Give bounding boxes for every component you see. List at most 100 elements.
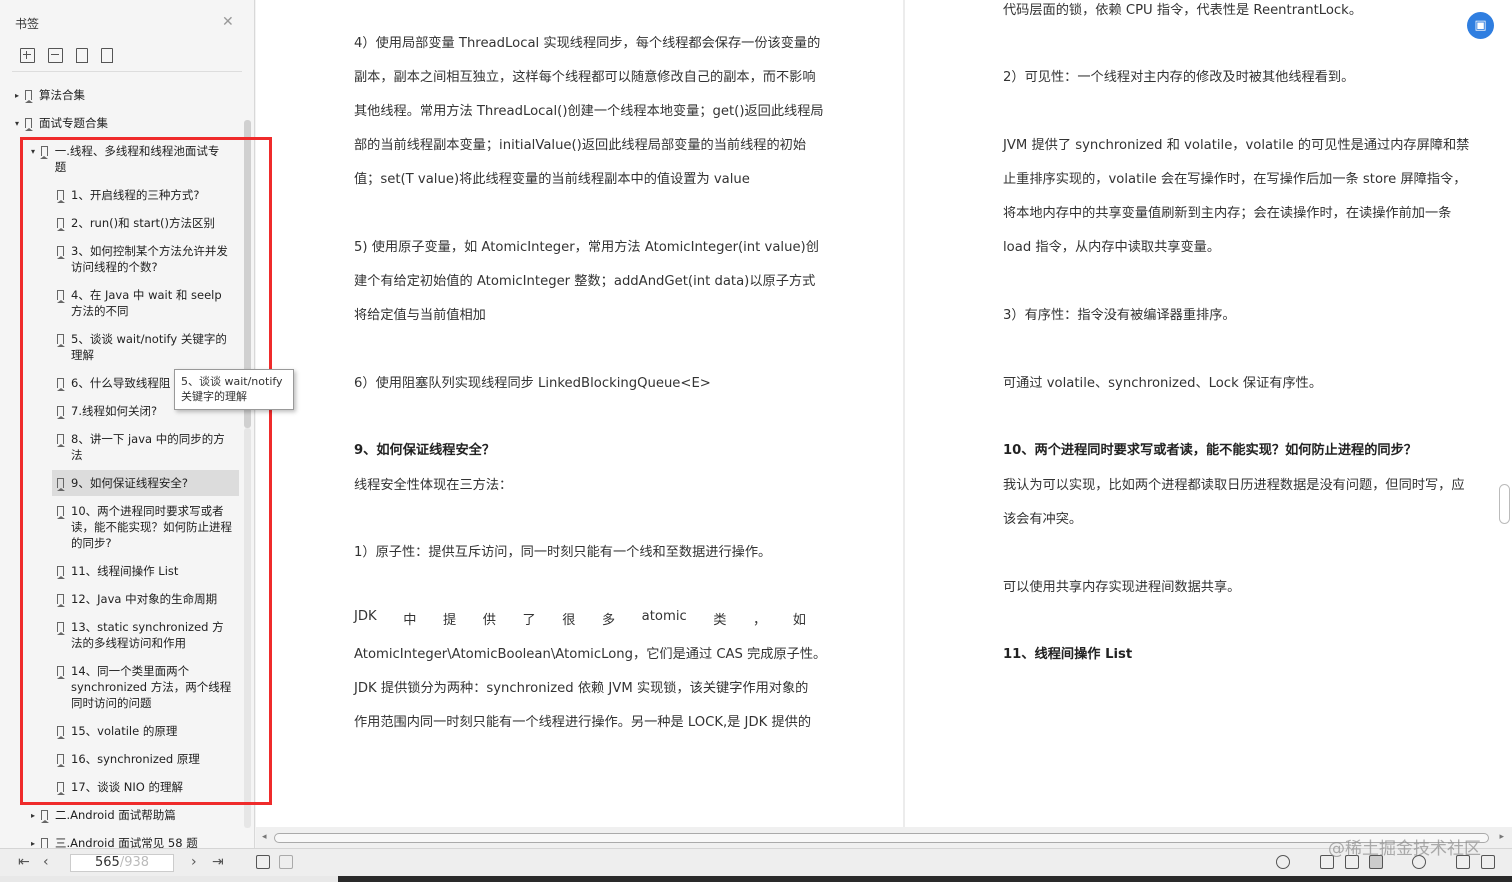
tree-item[interactable]: 11、线程间操作 List [56,563,237,579]
bookmark-icon [56,666,65,679]
horizontal-scrollbar[interactable]: ◂ ▸ [256,827,1512,848]
bookmark-icon [56,290,65,303]
tree-item-android-help[interactable]: ▸ 二.Android 面试帮助篇 [31,807,241,824]
bookmark-icon [56,246,65,259]
bookmark-icon [24,90,33,103]
expand-all-icon[interactable] [20,48,35,63]
tree-item[interactable]: 13、static synchronized 方法的多线程访问和作用 [56,619,233,651]
tree-item[interactable]: 16、synchronized 原理 [56,751,237,767]
eye-icon[interactable] [1276,855,1290,869]
sidebar-scrollbar-track[interactable] [244,428,251,828]
page-right: 代码层面的锁，依赖 CPU 指令，代表性是 ReentrantLock。 2）可… [905,0,1512,827]
sidebar-title: 书签 [15,17,40,31]
bookmark-icon [56,594,65,607]
text-line: 可通过 volatile、synchronized、Lock 保证有序性。 [1003,376,1323,391]
clipboard-icon: ▣ [1474,18,1487,33]
page-number-input[interactable]: 565/938 [70,854,174,872]
sidebar-toolbar [20,48,113,63]
expand-arrow-icon[interactable]: ▸ [31,836,41,848]
bookmark-icon [56,218,65,231]
bottom-edge [0,876,1512,882]
text-line: 5) 使用原子变量，如 AtomicInteger，常用方法 AtomicInt… [354,240,819,255]
bottom-toolbar: ⇤ ‹ 565/938 › ⇥ [0,848,1512,876]
text-line: 我认为可以实现，比如两个进程都读取日历进程数据是没有问题，但同时写，应 [1003,478,1465,493]
text-line: 将给定值与当前值相加 [354,308,486,323]
bookmark-icon [41,838,48,848]
text-line: 副本，副本之间相互独立，这样每个线程都可以随意修改自己的副本，而不影响 [354,70,816,85]
text-line: 其他线程。常用方法 ThreadLocal()创建一个线程本地变量；get()返… [354,104,824,119]
bookmark-sidebar: 书签 ✕ ▸ 算法合集 ▾ 面试专题合集 ▾ 一.线程、多线程和线程池面试专题 1、开… [0,0,255,848]
tree-item[interactable]: 3、如何控制某个方法允许并发访问线程的个数? [56,243,233,275]
bookmark-icon [56,190,65,203]
bookmark-icon [56,478,65,491]
bookmark-icon [40,146,49,159]
tree-item[interactable]: 8、讲一下 java 中的同步的方法 [56,431,233,463]
page-left: 4）使用局部变量 ThreadLocal 实现线程同步，每个线程都会保存一份该变… [256,0,903,827]
text-line: 该会有冲突。 [1003,512,1083,527]
watermark: @稀土掘金技术社区 [1328,839,1481,859]
tree-item[interactable]: 14、同一个类里面两个 synchronized 方法，两个线程同时访问的问题 [56,663,233,711]
tree-item[interactable]: 2、run()和 start()方法区别 [56,215,237,231]
tree-item[interactable]: 12、Java 中对象的生命周期 [56,591,237,607]
justified-text-line: JDK 中 提 供 了 很 多 atomic 类 ， 如 [354,609,806,628]
horizontal-scrollbar-thumb[interactable] [274,833,1489,843]
forward-view-icon[interactable] [279,855,293,869]
text-line: 可以使用共享内存实现进程间数据共享。 [1003,580,1241,595]
expand-arrow-icon[interactable]: ▸ [15,88,25,104]
back-view-icon[interactable] [256,855,270,869]
tree-item[interactable]: 15、volatile 的原理 [56,723,237,739]
bookmark-icon [24,118,33,131]
text-line: AtomicInteger\AtomicBoolean\AtomicLong，它… [354,647,827,662]
text-line: JVM 提供了 synchronized 和 volatile，volatile… [1003,138,1470,153]
bookmark-icon [56,754,65,767]
text-line: JDK 提供锁分为两种：synchronized 依赖 JVM 实现锁，该关键字… [354,681,809,696]
divider [12,71,242,72]
collapse-arrow-icon[interactable]: ▾ [15,116,25,132]
tree-item[interactable]: 4、在 Java 中 wait 和 seelp 方法的不同 [56,287,233,319]
bookmark-icon [56,622,65,635]
tree-item[interactable]: 17、谈谈 NIO 的理解 [56,779,237,795]
document-view: 4）使用局部变量 ThreadLocal 实现线程同步，每个线程都会保存一份该变… [256,0,1512,827]
floating-tool-button[interactable]: ▣ [1467,12,1494,39]
tree-item-interview[interactable]: ▾ 面试专题合集 [15,115,240,132]
section-heading: 11、线程间操作 List [1003,647,1133,662]
bookmark-icon [40,810,49,823]
tree-item-android-58[interactable]: ▸ 三.Android 面试常见 58 题 [31,835,241,848]
close-icon[interactable]: ✕ [222,14,234,30]
fullscreen-icon[interactable] [1481,855,1495,869]
bookmark-icon[interactable] [101,48,113,63]
bookmark-tooltip: 5、谈谈 wait/notify 关键字的理解 [174,369,294,410]
text-line: 止重排序实现的，volatile 会在写操作时，在写操作后加一条 store 屏… [1003,172,1467,187]
text-line: 2）可见性：一个线程对主内存的修改及时被其他线程看到。 [1003,70,1355,85]
text-line: 1）原子性：提供互斥访问，同一时刻只能有一个线和至数据进行操作。 [354,545,772,560]
previous-page-button[interactable]: ‹ [43,854,49,870]
document-scrollbar-thumb[interactable] [1499,484,1510,524]
scroll-left-icon[interactable]: ◂ [262,832,267,842]
text-line: 将本地内存中的共享变量值刷新到主内存；会在读操作时，在读操作前加一条 [1003,206,1452,221]
text-line: 值；set(T value)将此线程变量的当前线程副本中的值设置为 value [354,172,750,187]
tree-item-algorithms[interactable]: ▸ 算法合集 [15,87,240,104]
bookmark-icon [56,334,65,347]
last-page-button[interactable]: ⇥ [212,854,224,870]
bookmark-icon [56,406,65,419]
text-line: 线程安全性体现在三方法： [354,478,513,493]
text-line: 部的当前线程副本变量；initialValue()返回此线程局部变量的当前线程的… [354,138,807,153]
tree-item[interactable]: 1、开启线程的三种方式? [56,187,237,203]
text-line: load 指令，从内存中读取共享变量。 [1003,240,1221,255]
next-page-button[interactable]: › [191,854,197,870]
bookmark-icon [56,434,65,447]
tree-item[interactable]: 10、两个进程同时要求写或者读，能不能实现？如何防止进程的同步? [56,503,233,551]
first-page-button[interactable]: ⇤ [18,854,30,870]
bookmark-icon [56,726,65,739]
add-bookmark-icon[interactable] [76,48,88,63]
tree-item-selected[interactable]: 9、如何保证线程安全? [56,475,237,491]
tree-item[interactable]: 5、谈谈 wait/notify 关键字的理解 [56,331,233,363]
scroll-right-icon[interactable]: ▸ [1499,832,1504,842]
expand-arrow-icon[interactable]: ▸ [31,808,41,824]
text-line: 4）使用局部变量 ThreadLocal 实现线程同步，每个线程都会保存一份该变… [354,36,821,51]
section-heading: 9、如何保证线程安全？ [354,443,496,458]
tree-item-thread-section[interactable]: ▾ 一.线程、多线程和线程池面试专题 [31,143,226,175]
collapse-all-icon[interactable] [48,48,63,63]
section-heading: 10、两个进程同时要求写或者读，能不能实现？如何防止进程的同步？ [1003,443,1417,458]
text-line: 代码层面的锁，依赖 CPU 指令，代表性是 ReentrantLock。 [1003,3,1363,18]
